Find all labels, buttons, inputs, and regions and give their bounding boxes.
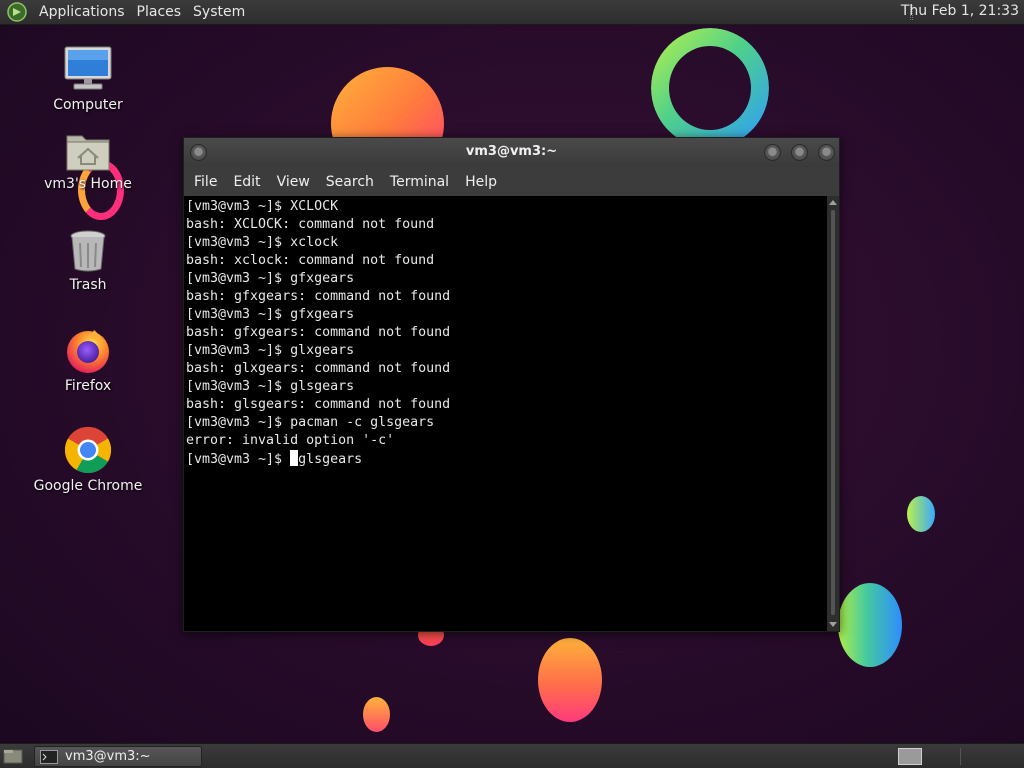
terminal-line: [vm3@vm3 ~]$ gfxgears [186,307,355,322]
terminal-line: [vm3@vm3 ~]$ XCLOCK [186,199,339,214]
maximize-button[interactable] [791,144,808,161]
terminal-line: bash: glxgears: command not found [186,361,451,376]
system-menu[interactable]: System [187,4,251,20]
terminal-line: error: invalid option '-c' [186,433,395,448]
terminal-line: bash: gfxgears: command not found [186,325,451,340]
trash-icon [70,230,106,272]
chrome-icon [64,426,112,474]
menu-file[interactable]: File [186,174,225,190]
terminal-scrollbar[interactable] [827,196,839,631]
show-desktop-icon[interactable] [3,748,23,765]
desktop-icon-label: Computer [53,97,123,113]
workspace-1[interactable] [898,748,922,765]
top-panel: Applications Places System Thu Feb 1, 21… [0,0,1024,25]
scroll-up-icon[interactable] [829,200,837,205]
scroll-down-icon[interactable] [829,622,837,627]
menu-edit[interactable]: Edit [225,174,268,190]
desktop-icon-label: Google Chrome [33,478,143,494]
taskbar-button-terminal[interactable]: vm3@vm3:~ [34,746,202,767]
desktop-icon-trash[interactable]: Trash [33,229,143,293]
terminal-line: [vm3@vm3 ~]$ xclock [186,235,339,250]
terminal-menubar: File Edit View Search Terminal Help [184,167,839,196]
desktop-icon-home[interactable]: vm3's Home [33,130,143,192]
wallpaper-blob [538,638,602,722]
desktop-icon-firefox[interactable]: Firefox [33,326,143,394]
wallpaper-blob [907,496,935,532]
clock[interactable]: Thu Feb 1, 21:33 [901,3,1019,19]
terminal-line: [vm3@vm3 ~]$ glsgears [186,379,355,394]
home-folder-icon [66,135,110,171]
applications-menu[interactable]: Applications [33,4,131,20]
terminal-line: [vm3@vm3 ~]$ glxgears [186,343,355,358]
firefox-icon [67,330,109,373]
terminal-line: bash: XCLOCK: command not found [186,217,435,232]
minimize-button[interactable] [764,144,781,161]
window-title: vm3@vm3:~ [465,144,558,159]
desktop-icon-chrome[interactable]: Google Chrome [33,426,143,494]
terminal-line: [vm3@vm3 ~]$ gfxgears [186,271,355,286]
taskbar-button-label: vm3@vm3:~ [65,749,151,764]
menu-view[interactable]: View [269,174,318,190]
terminal-input[interactable]: glsgears [298,452,362,467]
terminal-line: bash: xclock: command not found [186,253,435,268]
places-menu[interactable]: Places [131,4,188,20]
desktop-icon-label: Firefox [64,378,112,394]
terminal-prompt: [vm3@vm3 ~]$ [186,452,291,467]
terminal-line: bash: gfxgears: command not found [186,289,451,304]
bottom-panel: vm3@vm3:~ [0,743,1024,768]
close-button[interactable] [818,144,835,161]
desktop-icon-label: vm3's Home [44,176,132,192]
desktop-icon-label: Trash [69,277,107,293]
terminal-output[interactable]: [vm3@vm3 ~]$ XCLOCK bash: XCLOCK: command… [184,196,827,631]
desktop-icon-computer[interactable]: Computer [33,45,143,113]
terminal-line: [vm3@vm3 ~]$ pacman -c glsgears [186,415,435,430]
terminal-window[interactable]: vm3@vm3:~ File Edit View Search Terminal… [183,137,840,632]
terminal-cursor [290,450,299,466]
scroll-trough[interactable] [831,210,835,615]
terminal-icon [40,749,58,764]
workspace-2[interactable] [960,748,1020,765]
computer-icon [64,46,112,90]
wallpaper-blob [838,583,902,667]
menu-help[interactable]: Help [457,174,505,190]
terminal-input-line[interactable]: [vm3@vm3 ~]$ glsgears [186,450,825,469]
window-titlebar[interactable]: vm3@vm3:~ [184,138,839,167]
menu-terminal[interactable]: Terminal [382,174,457,190]
mate-logo-icon[interactable] [7,2,27,22]
terminal-line: bash: glsgears: command not found [186,397,451,412]
wallpaper-blob [363,697,390,732]
menu-search[interactable]: Search [318,174,382,190]
wallpaper-ring [651,28,769,148]
